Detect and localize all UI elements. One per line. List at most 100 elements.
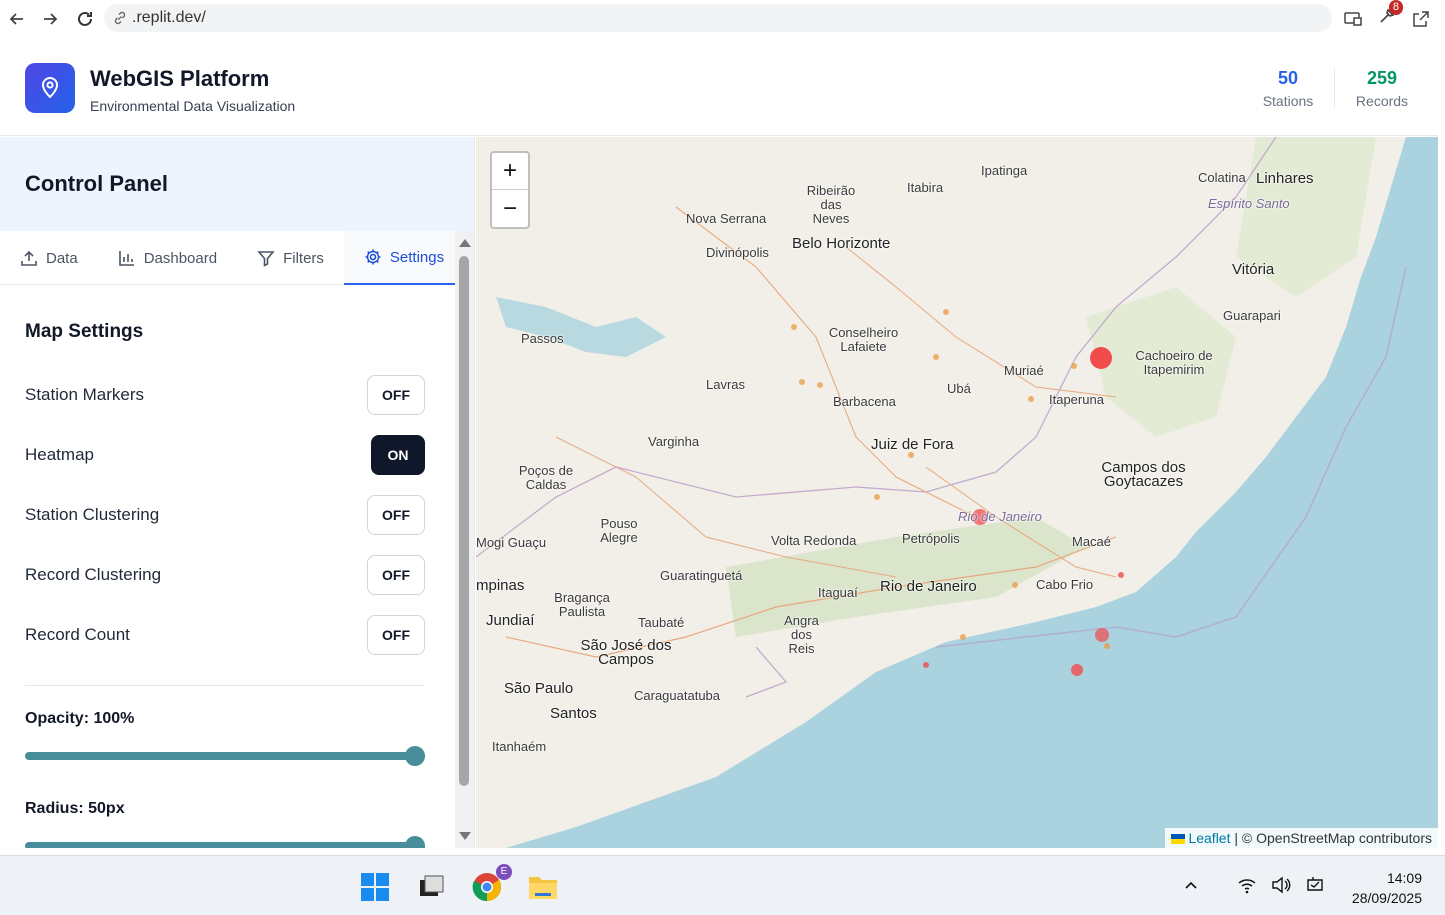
stat-divider [1334,68,1335,108]
place-label: Ubá [947,381,971,396]
map-settings-section: Map Settings Station Markers OFF Heatmap… [25,285,425,848]
station-markers-label: Station Markers [25,385,145,404]
place-label: Belo Horizonte [792,235,891,252]
cast-icon[interactable] [1343,9,1363,29]
place-label: Guarapari [1223,308,1281,323]
map-attribution: Leaflet | © OpenStreetMap contributors [1164,828,1438,848]
place-label: Angra dos Reis [784,613,819,656]
extension-badge: 8 [1388,0,1403,15]
radius-slider[interactable] [25,836,425,848]
zoom-in-button[interactable]: + [492,153,528,190]
panel-title: Control Panel [0,137,474,231]
scroll-down-icon[interactable] [459,832,471,840]
scroll-up-icon[interactable] [459,239,471,247]
divider [25,685,425,686]
radius-slider-thumb[interactable] [405,836,425,848]
taskbar: E 14:09 28/09/2025 [0,855,1445,915]
place-label: Ipatinga [981,163,1028,178]
bar-chart-icon [118,251,134,266]
place-label: Caraguatatuba [634,688,721,703]
heatmap-label: Heatmap [25,445,94,464]
system-clock[interactable]: 14:09 28/09/2025 [1352,868,1422,908]
tab-data-label: Data [46,249,78,267]
chevron-up-icon[interactable] [1183,877,1199,893]
address-bar[interactable]: .replit.dev/ [104,4,1332,32]
ukraine-flag-icon [1170,834,1185,845]
place-label: Itaperuna [1049,392,1104,407]
records-label: Records [1355,93,1409,109]
browser-toolbar: .replit.dev/ 8 [0,0,1445,38]
place-label: Linhares [1256,170,1314,187]
panel-tabs: Data Dashboard Filters Settings [0,231,465,285]
tab-data[interactable]: Data [0,231,98,285]
start-button[interactable] [358,870,392,904]
scroll-thumb[interactable] [459,256,469,786]
heatmap-toggle[interactable]: ON [371,435,425,475]
radius-label: Radius: 50px [25,800,125,817]
place-label: Nova Serrana [686,211,767,226]
tab-settings-label: Settings [389,248,445,266]
battery-icon[interactable] [1305,876,1325,894]
place-label: Espírito Santo [1208,196,1290,211]
records-stat: 259 Records [1352,68,1412,109]
task-view-button[interactable] [414,870,448,904]
place-label: Rio de Janeiro [880,578,977,595]
station-clustering-label: Station Clustering [25,505,160,524]
place-label: Juiz de Fora [871,436,954,453]
record-count-toggle[interactable]: OFF [367,615,425,655]
volume-icon[interactable] [1271,876,1291,894]
tab-dashboard[interactable]: Dashboard [98,231,237,285]
place-label: Guaratinguetá [660,568,743,583]
reload-button[interactable] [68,2,102,36]
place-label: Macaé [1072,534,1112,549]
app-logo [25,63,75,113]
stations-stat: 50 Stations [1260,68,1316,109]
setting-row-station-markers: Station Markers OFF [25,365,425,425]
opacity-slider[interactable] [25,746,425,766]
control-panel: Control Panel Data Dashboard Filters Set… [0,137,475,848]
place-label: Cachoeiro de Itapemirim [1135,348,1213,377]
wifi-icon[interactable] [1237,876,1257,894]
file-explorer-button[interactable] [526,870,560,904]
place-label: Ribeirão das Neves [806,183,856,226]
tab-settings[interactable]: Settings [343,231,465,285]
tab-filters[interactable]: Filters [237,231,344,285]
open-external-icon[interactable] [1411,9,1431,29]
place-label: Volta Redonda [771,533,857,548]
back-button[interactable] [0,2,34,36]
extension-button[interactable]: 8 [1377,0,1403,31]
app-header: WebGIS Platform Environmental Data Visua… [0,38,1438,136]
app-title: WebGIS Platform [90,66,270,91]
setting-row-record-count: Record Count OFF [25,605,425,665]
place-label: Mogi Guaçu [476,535,547,550]
osm-attribution: | © OpenStreetMap contributors [1230,830,1432,846]
map-view[interactable]: Ipatinga Itabira Ribeirão das Neves Nova… [476,137,1438,848]
station-clustering-toggle[interactable]: OFF [367,495,425,535]
place-label: Taubaté [638,615,685,630]
profile-badge-icon: E [496,864,512,880]
opacity-slider-thumb[interactable] [405,746,425,766]
leaflet-link[interactable]: Leaflet [1188,830,1230,846]
radius-slider-track [25,842,425,848]
clock-time: 14:09 [1386,870,1422,886]
upload-icon [21,250,37,266]
record-clustering-label: Record Clustering [25,565,162,584]
record-clustering-toggle[interactable]: OFF [367,555,425,595]
place-label: Colatina [1198,170,1246,185]
zoom-out-button[interactable]: − [492,190,528,227]
arrow-left-icon [9,13,23,25]
chrome-taskbar-button[interactable]: E [470,864,512,904]
place-label: Passos [521,331,564,346]
panel-scrollbar[interactable] [455,231,474,848]
setting-row-record-clustering: Record Clustering OFF [25,545,425,605]
station-markers-toggle[interactable]: OFF [367,375,425,415]
place-label: Divinópolis [706,245,769,260]
forward-button[interactable] [33,2,67,36]
place-label: Barbacena [833,394,896,409]
task-view-icon [420,875,444,896]
filter-icon [257,251,275,267]
folder-icon [529,877,557,899]
setting-row-heatmap: Heatmap ON [25,425,425,485]
place-label: Jundiaí [486,612,535,629]
opacity-slider-track [25,752,425,760]
